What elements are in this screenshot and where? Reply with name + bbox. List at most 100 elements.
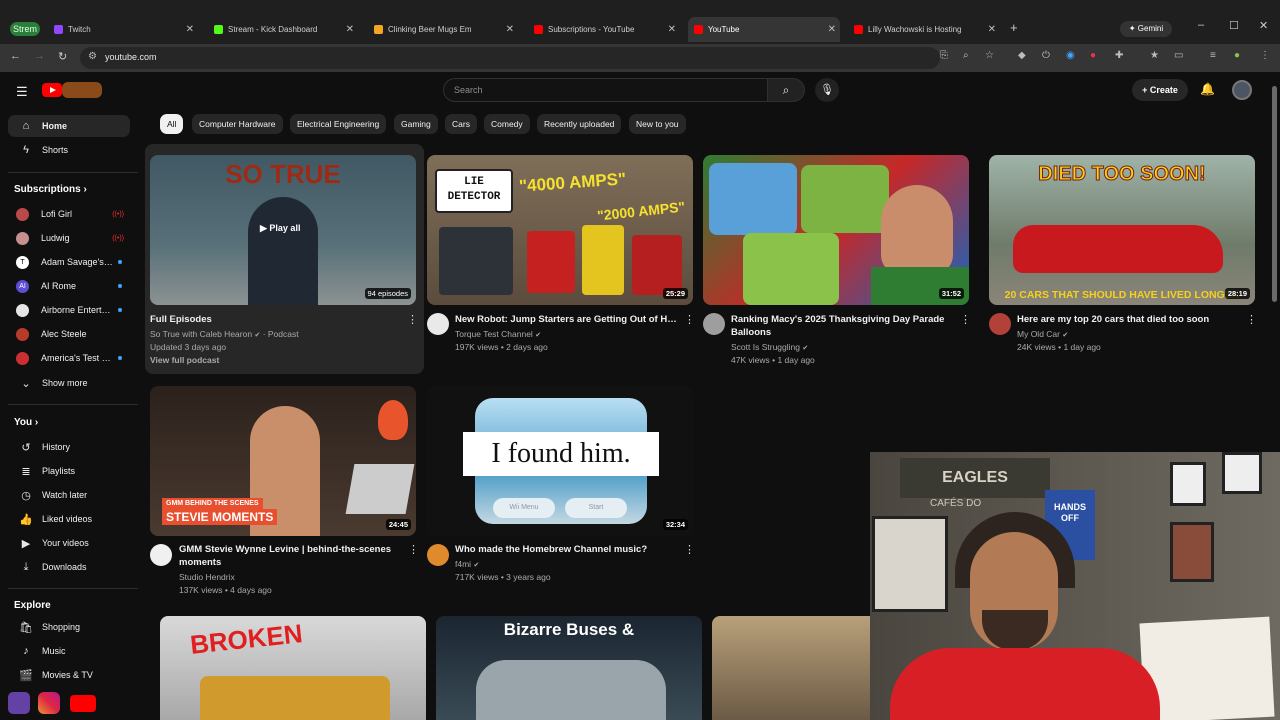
video-channel[interactable]: f4mi ✔ [455,559,479,569]
chip-recently-uploaded[interactable]: Recently uploaded [537,114,622,134]
more-actions-icon[interactable]: ⋮ [408,543,419,556]
reading-list-icon[interactable]: ▭ [1174,50,1183,61]
video-title[interactable]: Here are my top 20 cars that died too so… [1017,313,1242,326]
chip-comedy[interactable]: Comedy [484,114,530,134]
close-icon[interactable]: ✕ [668,24,676,35]
video-thumbnail[interactable]: 31:52 [703,155,969,305]
puzzle-icon[interactable]: ✚ [1115,50,1123,61]
sidebar-item-watch-later[interactable]: ◷ Watch later [8,484,130,506]
tab-youtube[interactable]: YouTube ✕ [688,17,840,42]
video-title[interactable]: Ranking Macy's 2025 Thanksgiving Day Par… [731,313,959,339]
tab-group-pill[interactable]: Strem [10,22,40,36]
video-title[interactable]: GMM Stevie Wynne Levine | behind-the-sce… [179,543,404,569]
channel-avatar[interactable] [703,313,725,335]
browser-menu-icon[interactable]: ⋮ [1260,50,1270,61]
sidebar-item-shopping[interactable]: 🛍 Shopping [8,616,130,638]
hamburger-menu-icon[interactable]: ☰ [16,84,28,100]
new-tab-button[interactable]: + [1010,20,1018,35]
video-thumbnail[interactable]: SO TRUE ▶ Play all 94 episodes [150,155,416,305]
close-icon[interactable]: ✕ [186,24,194,35]
you-heading[interactable]: You › [14,417,38,428]
video-channel[interactable]: Studio Hendrix [179,572,235,582]
chip-electrical-engineering[interactable]: Electrical Engineering [290,114,387,134]
gemini-button[interactable]: ✦ Gemini [1120,21,1172,37]
account-avatar[interactable] [1232,80,1252,100]
tab-twitch[interactable]: Twitch ✕ [48,17,198,42]
more-actions-icon[interactable]: ⋮ [1246,313,1257,326]
video-title[interactable]: Full Episodes [150,313,400,326]
create-button[interactable]: + Create [1132,79,1188,101]
chip-computer-hardware[interactable]: Computer Hardware [192,114,283,134]
video-thumbnail[interactable]: DIED TOO SOON! 20 CARS THAT SHOULD HAVE … [989,155,1255,305]
video-title[interactable]: Who made the Homebrew Channel music? [455,543,680,556]
chip-new-to-you[interactable]: New to you [629,114,686,134]
sidebar-sub-lofi-girl[interactable]: Lofi Girl ((•)) [8,203,130,225]
sidebar-item-playlists[interactable]: ≣ Playlists [8,460,130,482]
video-thumbnail[interactable] [712,616,870,720]
forward-icon[interactable]: → [34,50,45,62]
close-icon[interactable]: ✕ [988,24,996,35]
chip-gaming[interactable]: Gaming [394,114,438,134]
scrollbar-thumb[interactable] [1272,86,1277,302]
close-icon[interactable]: ✕ [346,24,354,35]
youtube-logo[interactable] [42,83,62,97]
video-thumbnail[interactable]: Bizarre Buses & [436,616,702,720]
address-bar[interactable]: ⚙ youtube.com [80,47,940,69]
subscriptions-heading[interactable]: Subscriptions › [14,184,87,195]
power-icon[interactable]: ⏻ [1042,50,1050,61]
reload-icon[interactable]: ↻ [58,50,67,63]
notifications-bell-icon[interactable]: 🔔 [1200,82,1215,96]
more-actions-icon[interactable]: ⋮ [960,313,971,326]
zoom-icon[interactable]: ⌕ [963,50,969,61]
search-button[interactable]: ⌕ [767,78,805,102]
video-thumbnail[interactable]: GMM BEHIND THE SCENES STEVIE MOMENTS 24:… [150,386,416,536]
close-icon[interactable]: ✕ [506,24,514,35]
video-thumbnail[interactable]: I found him. Wii Menu Start 32:34 [427,386,693,536]
sidebar-item-your-videos[interactable]: ▶ Your videos [8,532,130,554]
voice-search-button[interactable]: 🎙 [815,78,839,102]
sidebar-item-home[interactable]: ⌂ Home [8,115,130,137]
view-full-podcast-link[interactable]: View full podcast [150,355,219,365]
profile-icon[interactable]: ● [1234,50,1240,61]
downloads-icon[interactable]: ≡ [1210,50,1216,61]
more-actions-icon[interactable]: ⋮ [684,313,695,326]
channel-avatar[interactable] [427,313,449,335]
tab-subscriptions[interactable]: Subscriptions - YouTube ✕ [528,17,680,42]
video-channel[interactable]: Torque Test Channel ✔ [455,329,541,339]
search-input[interactable] [454,79,754,101]
minimize-icon[interactable]: – [1198,19,1204,31]
chip-all[interactable]: All [160,114,184,134]
maximize-icon[interactable]: ☐ [1229,19,1239,32]
tab-lilly[interactable]: Lilly Wachowski is Hosting ✕ [848,17,1000,42]
video-channel[interactable]: So True with Caleb Hearon ✔ · Podcast [150,329,299,339]
install-icon[interactable]: ⎘ [940,50,948,61]
bookmark-star-icon[interactable]: ☆ [985,50,994,61]
sidebar-item-music[interactable]: ♪ Music [8,640,130,662]
more-actions-icon[interactable]: ⋮ [684,543,695,556]
channel-avatar[interactable] [427,544,449,566]
sidebar-item-downloads[interactable]: ⤓ Downloads [8,556,130,578]
video-thumbnail[interactable]: LIE DETECTOR "4000 AMPS" "2000 AMPS" 25:… [427,155,693,305]
sidebar-item-movies-tv[interactable]: 🎬 Movies & TV [8,664,130,686]
sidebar-sub-airborne[interactable]: Airborne Entertai... [8,299,130,321]
back-icon[interactable]: ← [10,50,21,62]
sidebar-item-shorts[interactable]: ϟ Shorts [8,139,130,161]
sidebar-sub-ludwig[interactable]: Ludwig ((•)) [8,227,130,249]
sidebar-item-history[interactable]: ↺ History [8,436,130,458]
sidebar-sub-adam-savage[interactable]: T Adam Savage's T... [8,251,130,273]
video-thumbnail[interactable]: BROKEN [160,616,426,720]
play-all-overlay[interactable]: ▶ Play all [260,223,300,234]
adblock-icon[interactable]: ● [1090,50,1096,61]
tab-kick[interactable]: Stream - Kick Dashboard ✕ [208,17,358,42]
site-info-icon[interactable]: ⚙ [88,51,97,62]
channel-avatar[interactable] [989,313,1011,335]
audio-icon[interactable]: ◉ [1066,50,1075,61]
video-channel[interactable]: Scott Is Struggling ✔ [731,342,808,352]
close-icon[interactable]: ✕ [828,24,836,35]
video-title[interactable]: New Robot: Jump Starters are Getting Out… [455,313,680,326]
chip-cars[interactable]: Cars [445,114,477,134]
sidebar-sub-alec-steele[interactable]: Alec Steele [8,323,130,345]
sidebar-sub-ai-rome[interactable]: AI AI Rome [8,275,130,297]
channel-avatar[interactable] [150,544,172,566]
bookmarks-icon[interactable]: ★ [1150,50,1159,61]
